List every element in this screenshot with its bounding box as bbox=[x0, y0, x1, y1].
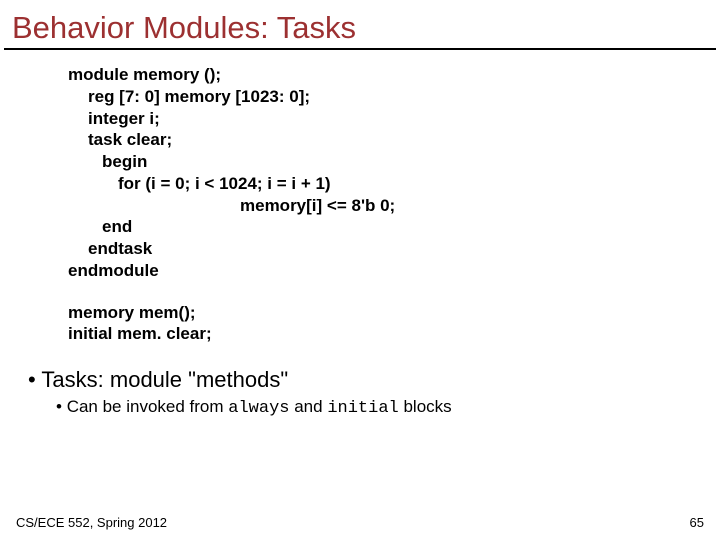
bullet-level1: • Tasks: module "methods" bbox=[28, 367, 720, 393]
footer-page-number: 65 bbox=[690, 515, 704, 530]
keyword: initial bbox=[327, 399, 398, 418]
code-line: reg [7: 0] memory [1023: 0]; bbox=[88, 86, 720, 108]
code-block: module memory (); reg [7: 0] memory [102… bbox=[68, 64, 720, 282]
bullet-text: blocks bbox=[399, 397, 452, 416]
code-line: endmodule bbox=[68, 260, 720, 282]
code-line: module memory (); bbox=[68, 64, 720, 86]
code-line: endtask bbox=[88, 238, 720, 260]
code-line: task clear; bbox=[88, 129, 720, 151]
code-line: memory[i] <= 8'b 0; bbox=[240, 195, 720, 217]
footer-left: CS/ECE 552, Spring 2012 bbox=[16, 515, 167, 530]
footer: CS/ECE 552, Spring 2012 65 bbox=[16, 515, 704, 530]
code-line: memory mem(); bbox=[68, 302, 720, 324]
code-line: initial mem. clear; bbox=[68, 323, 720, 345]
title-underline bbox=[4, 48, 716, 50]
code-line: for (i = 0; i < 1024; i = i + 1) bbox=[118, 173, 720, 195]
slide-title: Behavior Modules: Tasks bbox=[0, 0, 720, 48]
bullet-level2: • Can be invoked from always and initial… bbox=[56, 397, 720, 418]
invoke-block: memory mem(); initial mem. clear; bbox=[68, 302, 720, 346]
bullet-text: and bbox=[290, 397, 328, 416]
bullet-list: • Tasks: module "methods" • Can be invok… bbox=[28, 367, 720, 418]
code-line: begin bbox=[102, 151, 720, 173]
code-line: integer i; bbox=[88, 108, 720, 130]
bullet-text: Tasks: module "methods" bbox=[41, 367, 288, 392]
bullet-text: Can be invoked from bbox=[67, 397, 229, 416]
code-line: end bbox=[102, 216, 720, 238]
keyword: always bbox=[228, 399, 289, 418]
